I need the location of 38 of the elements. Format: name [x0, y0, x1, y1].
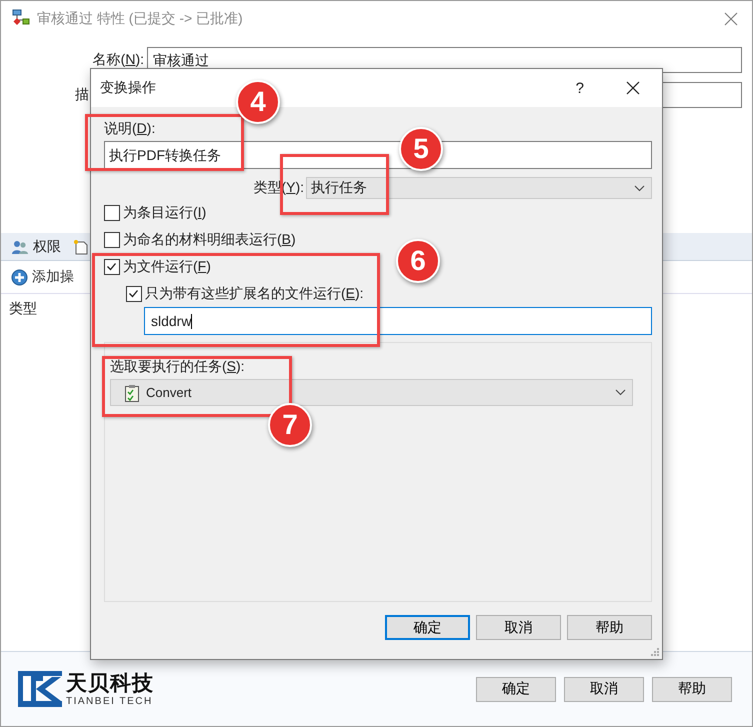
field-label: 说明(D): — [104, 120, 156, 138]
dialog-button[interactable]: 取消 — [476, 615, 561, 640]
logo-name: 天贝科技 — [66, 672, 154, 696]
chevron-down-icon — [634, 184, 645, 192]
type-dropdown[interactable]: 执行任务 — [306, 177, 652, 199]
add-icon — [11, 268, 28, 286]
dialog-button[interactable]: 确定 — [385, 615, 470, 640]
checkbox[interactable] — [126, 286, 142, 302]
checkbox-label: 为条目运行(I) — [123, 204, 206, 222]
dialog-button[interactable]: 确定 — [476, 676, 556, 702]
field-label: 描 — [75, 86, 89, 104]
dialog-title: 变换操作 — [100, 79, 157, 97]
task-list-icon — [124, 384, 140, 402]
checkbox-label: 为文件运行(F) — [123, 258, 211, 276]
logo-subtitle: TIANBEI TECH — [66, 696, 154, 706]
field-label: 名称(N): — [92, 51, 145, 69]
users-icon — [11, 238, 29, 254]
checkbox[interactable] — [104, 258, 120, 274]
checkbox-label: 只为带有这些扩展名的文件运行(E): — [145, 284, 364, 302]
close-icon[interactable] — [626, 81, 640, 95]
column-header: 类型 — [9, 300, 37, 316]
help-button[interactable]: ? — [576, 80, 584, 96]
dialog-button[interactable]: 帮助 — [652, 676, 732, 702]
chevron-down-icon — [615, 389, 626, 396]
tab[interactable]: 权限 — [11, 238, 61, 256]
field-label: 选取要执行的任务(S): — [110, 358, 245, 376]
new-document-icon[interactable] — [73, 238, 89, 254]
logo-icon — [18, 671, 62, 707]
add-action-button[interactable]: 添加操 — [11, 268, 74, 286]
dialog-button[interactable]: 取消 — [564, 676, 644, 702]
dialog-button[interactable]: 帮助 — [567, 615, 652, 640]
resize-grip-icon[interactable] — [650, 647, 660, 657]
checkbox-label: 为命名的材料明细表运行(B) — [123, 230, 296, 248]
task-dropdown[interactable]: Convert — [110, 379, 633, 406]
window-title: 审核通过 特性 (已提交 -> 已批准) — [37, 10, 244, 28]
checkbox[interactable] — [104, 204, 120, 220]
extensions-field[interactable]: slddrw — [144, 307, 652, 335]
checkbox[interactable] — [104, 232, 120, 248]
